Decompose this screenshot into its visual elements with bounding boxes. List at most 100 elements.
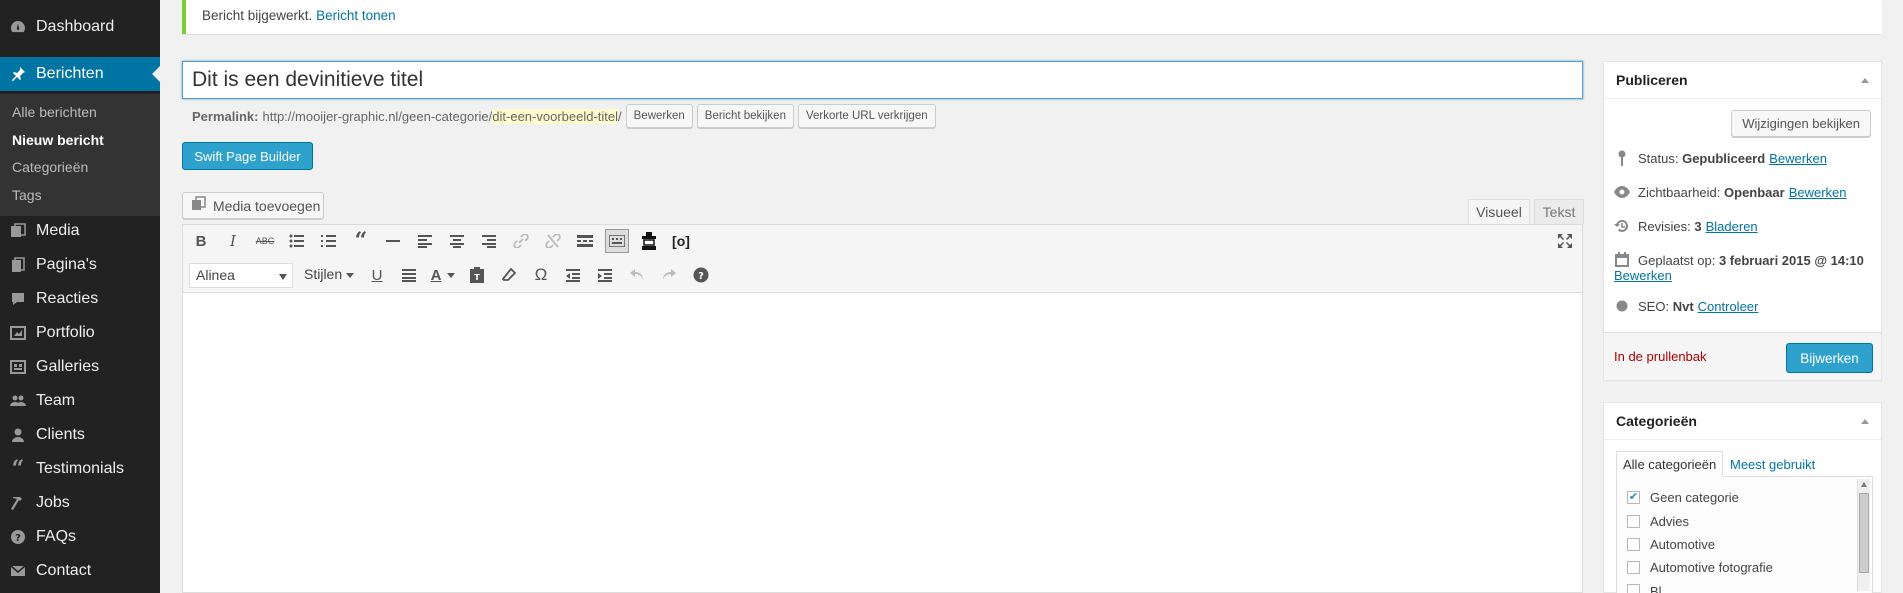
date-value: 3 februari 2015 @ 14:10 (1718, 252, 1864, 268)
checkbox[interactable] (1627, 515, 1640, 528)
collapse-toggle-icon[interactable] (1861, 78, 1869, 83)
italic-icon[interactable]: I (221, 229, 245, 253)
seo-value: Nvt (1672, 298, 1694, 314)
bold-icon[interactable]: B (189, 229, 213, 253)
scrollbar-thumb[interactable] (1859, 493, 1869, 573)
visibility-row: Zichtbaarheid: Openbaar Bewerken (1614, 184, 1847, 200)
notice-text: Bericht bijgewerkt. (202, 8, 313, 23)
shortcode-plugin-icon[interactable] (637, 229, 661, 253)
post-title-input[interactable] (182, 61, 1583, 99)
menu-item-faqs[interactable]: ? FAQs (0, 520, 160, 554)
edit-visibility-link[interactable]: Bewerken (1789, 185, 1847, 200)
scroll-up-icon[interactable] (1861, 482, 1867, 487)
browse-revisions-link[interactable]: Bladeren (1706, 219, 1758, 234)
submenu-categories[interactable]: Categorieën (12, 159, 88, 175)
clear-formatting-icon[interactable] (497, 263, 521, 287)
help-icon[interactable]: ? (689, 263, 713, 287)
link-icon[interactable] (509, 229, 533, 253)
indent-icon[interactable] (593, 263, 617, 287)
format-select-value: Alinea (196, 267, 235, 283)
bullet-list-icon[interactable] (285, 229, 309, 253)
menu-item-comments[interactable]: Reacties (0, 282, 160, 316)
styles-select[interactable]: Stijlen (304, 266, 355, 282)
menu-item-portfolio[interactable]: Portfolio (0, 316, 160, 350)
category-item[interactable]: Automotive fotografie (1627, 560, 1773, 575)
permalink-slug[interactable]: dit-een-voorbeeld-titel (492, 108, 619, 124)
swift-page-builder-button[interactable]: Swift Page Builder (182, 142, 313, 170)
tab-most-used[interactable]: Meest gebruikt (1724, 451, 1821, 477)
menu-item-galleries[interactable]: Galleries (0, 350, 160, 384)
outdent-icon[interactable] (561, 263, 585, 287)
submenu-new-post[interactable]: Nieuw bericht (12, 132, 104, 148)
menu-item-pages[interactable]: Pagina's (0, 248, 160, 282)
paste-text-icon[interactable]: T (465, 263, 489, 287)
checkbox[interactable] (1627, 561, 1640, 574)
menu-item-clients[interactable]: Clients (0, 418, 160, 452)
team-icon (8, 391, 28, 411)
numbered-list-icon[interactable] (317, 229, 341, 253)
chevron-down-icon (346, 272, 355, 278)
tab-text[interactable]: Tekst (1534, 199, 1584, 224)
menu-item-team[interactable]: Team (0, 384, 160, 418)
hammer-icon (8, 493, 28, 513)
edit-date-link[interactable]: Bewerken (1614, 268, 1672, 283)
permalink-trail: / (618, 108, 622, 124)
strikethrough-icon[interactable]: ABC (253, 229, 277, 253)
align-center-icon[interactable] (445, 229, 469, 253)
category-item[interactable]: Bl (1627, 584, 1662, 593)
read-more-icon[interactable] (573, 229, 597, 253)
menu-item-contact[interactable]: Contact (0, 554, 160, 588)
pages-icon (8, 255, 28, 275)
format-select[interactable]: Alinea (189, 263, 293, 288)
gallery-icon (8, 357, 28, 377)
category-scrollbar[interactable] (1857, 479, 1870, 591)
text-color-icon[interactable]: A (425, 263, 461, 287)
checkbox[interactable] (1627, 584, 1640, 593)
get-shortlink-button[interactable]: Verkorte URL verkrijgen (797, 104, 936, 128)
blockquote-icon[interactable]: “ (349, 228, 373, 254)
menu-item-jobs[interactable]: Jobs (0, 486, 160, 520)
permalink-base: http://mooijer-graphic.nl/geen-categorie… (262, 108, 493, 124)
admin-sidebar: Dashboard Berichten Alle berichten Nieuw… (0, 0, 160, 593)
align-left-icon[interactable] (413, 229, 437, 253)
view-post-button[interactable]: Bericht bekijken (696, 104, 794, 128)
menu-item-media[interactable]: Media (0, 214, 160, 248)
categories-box-title: Categorieën (1604, 403, 1881, 440)
edit-permalink-button[interactable]: Bewerken (625, 104, 693, 128)
move-to-trash-link[interactable]: In de prullenbak (1614, 349, 1707, 364)
menu-label: Dashboard (36, 18, 115, 35)
submenu-all-posts[interactable]: Alle berichten (12, 104, 97, 120)
menu-label: Reacties (36, 290, 99, 307)
undo-icon[interactable] (625, 263, 649, 287)
justify-icon[interactable] (397, 263, 421, 287)
add-media-button[interactable]: Media toevoegen (182, 192, 324, 219)
redo-icon[interactable] (657, 263, 681, 287)
checkbox-checked[interactable]: ✔ (1627, 491, 1640, 504)
tab-visual[interactable]: Visueel (1468, 199, 1530, 224)
edit-status-link[interactable]: Bewerken (1769, 151, 1827, 166)
fullscreen-icon[interactable] (1553, 229, 1577, 253)
toolbar-toggle-icon[interactable] (605, 229, 629, 253)
menu-item-dashboard[interactable]: Dashboard (0, 10, 160, 44)
category-item[interactable]: Advies (1627, 514, 1689, 529)
checkbox[interactable] (1627, 538, 1640, 551)
category-item[interactable]: Automotive (1627, 537, 1715, 552)
collapse-toggle-icon[interactable] (1861, 419, 1869, 424)
check-seo-link[interactable]: Controleer (1698, 299, 1759, 314)
unlink-icon[interactable] (541, 229, 565, 253)
preview-changes-button[interactable]: Wijzigingen bekijken (1731, 110, 1871, 137)
shortcode-brackets-icon[interactable]: [o] (669, 229, 693, 253)
horizontal-line-icon[interactable] (381, 229, 405, 253)
category-item[interactable]: ✔ Geen categorie (1627, 490, 1739, 505)
editor-content-area[interactable] (183, 294, 1582, 592)
update-button[interactable]: Bijwerken (1786, 343, 1873, 373)
submenu-tags[interactable]: Tags (12, 187, 42, 203)
menu-item-berichten[interactable]: Berichten (0, 57, 160, 91)
view-post-link[interactable]: Bericht tonen (316, 8, 396, 23)
svg-text:?: ? (15, 533, 21, 544)
tab-all-categories[interactable]: Alle categorieën (1616, 451, 1724, 477)
menu-item-testimonials[interactable]: “ Testimonials (0, 452, 160, 486)
underline-icon[interactable]: U (365, 263, 389, 287)
special-character-icon[interactable]: Ω (529, 263, 553, 287)
align-right-icon[interactable] (477, 229, 501, 253)
